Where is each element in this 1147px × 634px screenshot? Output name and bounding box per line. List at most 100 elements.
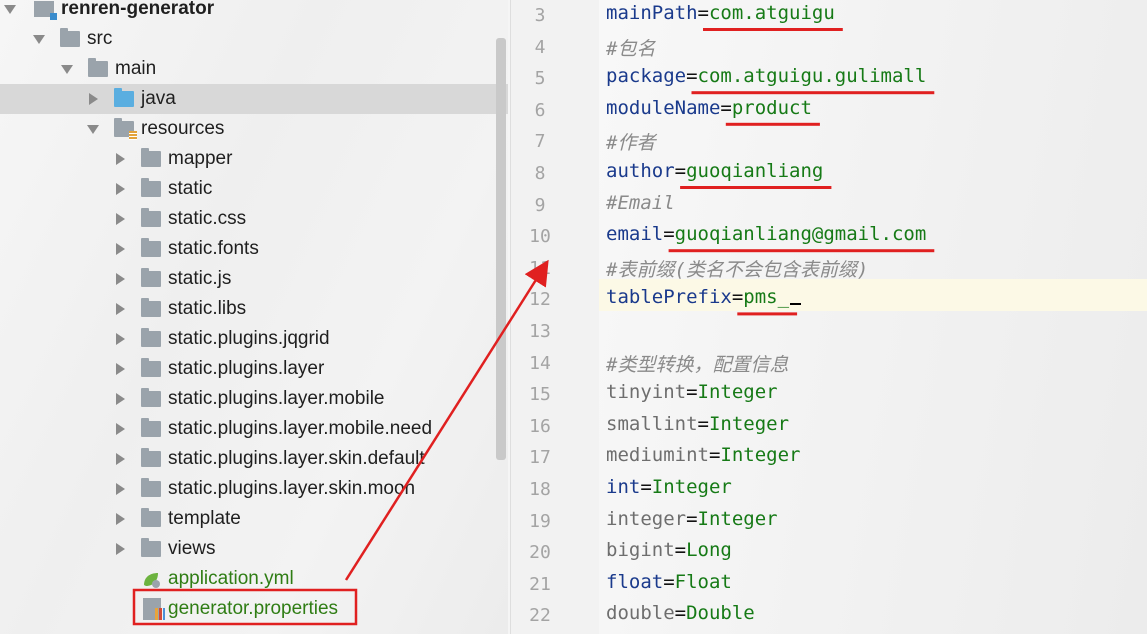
line-number: 4	[534, 36, 546, 58]
code-line[interactable]: float=Float	[606, 571, 732, 593]
tree-item-static-plugins-layer-skin-moon[interactable]: static.plugins.layer.skin.moon	[0, 474, 508, 504]
tree-item-resources[interactable]: resources	[0, 114, 508, 144]
tree-item-views[interactable]: views	[0, 534, 508, 564]
property-key: moduleName	[606, 96, 721, 119]
code-line[interactable]: #包名	[606, 34, 655, 61]
tree-item-static-css[interactable]: static.css	[0, 204, 508, 234]
chevron-right-icon[interactable]	[116, 543, 125, 555]
chevron-right-icon[interactable]	[116, 153, 125, 165]
line-number: 15	[529, 384, 551, 406]
chevron-right-icon[interactable]	[116, 393, 125, 405]
tree-item-template[interactable]: template	[0, 504, 508, 534]
property-key: int	[606, 476, 641, 498]
code-line[interactable]: #表前缀(类名不会包含表前缀)	[606, 255, 868, 282]
property-value: com.atguigu.gulimall	[697, 65, 927, 88]
equals-sign: =	[697, 2, 709, 24]
property-key: tablePrefix	[606, 286, 732, 309]
code-line[interactable]: mediumint=Integer	[606, 444, 800, 466]
tree-item-label: static.libs	[168, 298, 247, 319]
chevron-down-icon[interactable]	[61, 65, 73, 74]
code-line[interactable]: integer=Integer	[606, 508, 778, 530]
property-key: bigint	[606, 539, 675, 562]
chevron-right-icon[interactable]	[116, 483, 125, 495]
equals-sign: =	[686, 65, 698, 88]
tree-item-label: static.plugins.layer.mobile	[168, 388, 385, 409]
line-number: 17	[529, 447, 551, 469]
property-value: com.atguigu	[708, 2, 835, 24]
tree-item-static-plugins-layer-mobile-need[interactable]: static.plugins.layer.mobile.need	[0, 414, 508, 444]
property-value: Integer	[697, 381, 778, 404]
tree-item-application-yml[interactable]: application.yml	[0, 564, 508, 594]
line-number: 12	[529, 289, 551, 311]
folder-icon	[141, 388, 161, 407]
spring-yml-icon	[144, 573, 160, 588]
property-key: email	[606, 223, 664, 246]
tree-scrollbar[interactable]	[496, 38, 506, 460]
chevron-right-icon[interactable]	[116, 243, 125, 255]
tree-item-static-fonts[interactable]: static.fonts	[0, 234, 508, 264]
resources-folder-icon	[114, 118, 137, 140]
tree-item-static-libs[interactable]: static.libs	[0, 294, 508, 324]
line-number: 22	[529, 605, 551, 627]
chevron-right-icon[interactable]	[116, 273, 125, 285]
property-value: pms_	[743, 286, 790, 309]
folder-icon	[141, 268, 161, 287]
chevron-right-icon[interactable]	[89, 93, 98, 105]
code-line[interactable]: email=guoqianliang@gmail.com	[606, 223, 926, 245]
code-line[interactable]: double=Double	[606, 602, 755, 624]
tree-item-generator-properties[interactable]: generator.properties	[0, 594, 508, 624]
chevron-right-icon[interactable]	[116, 303, 125, 315]
tree-item-main[interactable]: main	[0, 54, 508, 84]
equals-sign: =	[731, 286, 744, 309]
folder-icon	[141, 448, 161, 467]
code-line[interactable]: tinyint=Integer	[606, 381, 778, 403]
code-line[interactable]: moduleName=product	[606, 97, 812, 119]
code-comment: #包名	[606, 37, 656, 60]
chevron-right-icon[interactable]	[116, 513, 125, 525]
folder-icon	[88, 58, 108, 77]
chevron-down-icon[interactable]	[33, 35, 45, 44]
tree-item-mapper[interactable]: mapper	[0, 144, 508, 174]
line-number: 9	[534, 194, 546, 216]
folder-icon	[141, 298, 161, 317]
tree-item-static[interactable]: static	[0, 174, 508, 204]
tree-item-static-plugins-layer-skin-default[interactable]: static.plugins.layer.skin.default	[0, 444, 508, 474]
chevron-right-icon[interactable]	[116, 183, 125, 195]
chevron-down-icon[interactable]	[87, 125, 99, 134]
tree-item-static-plugins-layer-mobile[interactable]: static.plugins.layer.mobile	[0, 384, 508, 414]
line-number: 19	[529, 510, 551, 532]
code-line[interactable]: int=Integer	[606, 476, 732, 498]
code-line[interactable]: bigint=Long	[606, 539, 732, 561]
code-line[interactable]: tablePrefix=pms_	[606, 286, 802, 309]
code-line[interactable]: smallint=Integer	[606, 413, 789, 435]
chevron-right-icon[interactable]	[116, 453, 125, 465]
code-line[interactable]: author=guoqianliang	[606, 160, 823, 182]
property-key: smallint	[606, 412, 698, 435]
chevron-right-icon[interactable]	[116, 213, 125, 225]
code-line[interactable]: mainPath=com.atguigu	[606, 2, 835, 24]
tree-item-src[interactable]: src	[0, 24, 508, 54]
property-value: Double	[686, 602, 755, 625]
property-key: mainPath	[606, 2, 698, 24]
chevron-right-icon[interactable]	[116, 363, 125, 375]
project-tree[interactable]: renren-generator src main java resources mapp…	[0, 0, 508, 634]
equals-sign: =	[686, 381, 698, 404]
folder-icon	[141, 328, 161, 347]
tree-item-static-plugins-jqgrid[interactable]: static.plugins.jqgrid	[0, 324, 508, 354]
code-line[interactable]: #Email	[606, 192, 675, 214]
tree-item-label: static.js	[168, 268, 232, 289]
tree-item-renren-generator[interactable]: renren-generator	[0, 0, 508, 24]
tree-item-static-js[interactable]: static.js	[0, 264, 508, 294]
tree-item-static-plugins-layer[interactable]: static.plugins.layer	[0, 354, 508, 384]
chevron-right-icon[interactable]	[116, 333, 125, 345]
code-editor[interactable]: mainPath=com.atguigu #包名 package=com.atgui…	[599, 0, 1147, 634]
property-key: mediumint	[606, 444, 709, 467]
code-line[interactable]: package=com.atguigu.gulimall	[606, 65, 926, 87]
equals-sign: =	[663, 223, 675, 246]
chevron-right-icon[interactable]	[116, 423, 125, 435]
code-line[interactable]: #类型转换，配置信息	[606, 350, 788, 377]
tree-item-label: static.plugins.layer.skin.default	[168, 448, 425, 469]
chevron-down-icon[interactable]	[4, 5, 16, 14]
code-line[interactable]: #作者	[606, 128, 655, 155]
tree-item-java[interactable]: java	[0, 84, 508, 114]
